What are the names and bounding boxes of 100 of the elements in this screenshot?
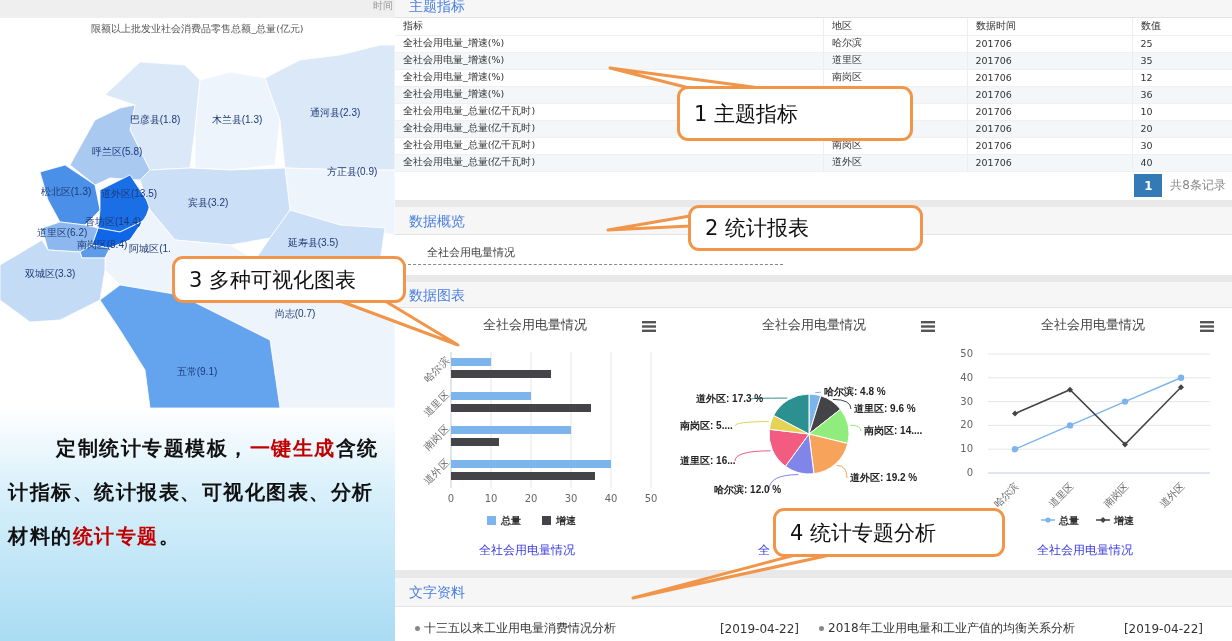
region-label: 五常(9.1): [176, 366, 218, 377]
point: [1012, 410, 1018, 417]
bar: [451, 358, 491, 366]
data-label: 道里区: 9.6 %: [854, 403, 916, 414]
section-header: 数据图表: [395, 282, 1232, 308]
callout: 3 多种可视化图表: [172, 256, 406, 303]
chart-link[interactable]: 全社会用电量情况: [1037, 542, 1133, 559]
document-date: [2019-04-22]: [719, 621, 799, 636]
tick-label: 30: [564, 493, 578, 504]
document-link[interactable]: 十三五以来工业用电量消费情况分析: [424, 620, 616, 637]
region-label: 宾县(3.2): [187, 197, 229, 208]
column-header: 数值: [1132, 18, 1232, 35]
table-cell: 201706: [967, 69, 1132, 86]
data-label: 哈尔滨: 12.0 %: [714, 484, 782, 495]
bullet-icon: [415, 626, 420, 631]
data-label: 道外区: 19.2 %: [850, 472, 918, 483]
column-header: 数据时间: [967, 18, 1132, 35]
axis-label: 道外区: [1157, 480, 1187, 510]
document-date: [2019-04-22]: [1123, 621, 1203, 636]
axis-label: 道外区: [422, 457, 451, 486]
chart-link[interactable]: 全社会用电量情况: [479, 542, 575, 559]
table-cell: 哈尔滨: [823, 35, 967, 52]
region-label: 双城区(3.3): [24, 268, 76, 279]
tick-label: 40: [604, 493, 618, 504]
legend-label[interactable]: 增速: [1114, 515, 1134, 526]
leader-line: [734, 450, 771, 462]
map-title: 限额以上批发业社会消费品零售总额_总量(亿元): [90, 23, 305, 36]
point: [1122, 441, 1128, 448]
region-label: 通河县(2.3): [309, 107, 361, 118]
data-label: 南岗区: 5....: [680, 420, 733, 431]
axis-label: 道里区: [1046, 480, 1076, 510]
column-header: 地区: [823, 18, 967, 35]
chart-link[interactable]: 全: [758, 542, 770, 559]
legend-swatch: [487, 516, 496, 525]
chart-title: 全社会用电量情况: [482, 316, 587, 334]
leader-line: [814, 391, 822, 393]
tick-label: 0: [447, 493, 455, 504]
point: [1178, 384, 1184, 391]
bar: [451, 438, 499, 446]
data-label: 南岗区: 14....: [864, 425, 923, 436]
legend-label[interactable]: 总量: [501, 515, 521, 526]
menu-icon[interactable]: [1200, 321, 1214, 332]
column-header: 指标: [395, 18, 823, 35]
region-label: 方正县(0.9): [326, 166, 378, 177]
region-label: 道里区(6.2): [36, 227, 88, 238]
table-cell: 25: [1132, 35, 1232, 52]
report-link[interactable]: 全社会用电量情况: [427, 246, 515, 259]
axis-label: 哈尔滨: [991, 480, 1021, 510]
tick-label: 30: [960, 395, 973, 407]
tick-label: 50: [644, 493, 658, 504]
point: [1011, 446, 1019, 453]
chart-title: 全社会用电量情况: [761, 316, 866, 334]
axis-label: 南岗区: [422, 423, 451, 452]
section-header: 文字资料: [395, 578, 1232, 607]
table-cell: 12: [1132, 69, 1232, 86]
region-label: 呼兰区(5.8): [91, 146, 143, 157]
table-cell: 201706: [967, 103, 1132, 120]
time-label: 时间: [373, 0, 394, 12]
table-cell: 30: [1132, 137, 1232, 154]
leader-line: [849, 424, 862, 432]
legend-swatch: [542, 516, 551, 525]
region-label: 木兰县(1.3): [211, 114, 263, 125]
menu-icon[interactable]: [921, 321, 935, 332]
record-count: 共8条记录: [1170, 177, 1226, 194]
tick-label: 20: [524, 493, 538, 504]
region-label: 阿城区(1.: [129, 243, 171, 254]
table-cell: 全社会用电量_增速(%): [395, 35, 823, 52]
legend-label[interactable]: 总量: [1059, 515, 1079, 526]
promo-text: 定制统计专题模板，一键生成含统计指标、统计报表、可视化图表、分析材料的统计专题。: [8, 435, 380, 550]
table-cell: 10: [1132, 103, 1232, 120]
legend-symbol: [1095, 517, 1111, 523]
tick-label: 10: [960, 443, 973, 455]
callout: 2 统计报表: [688, 205, 923, 251]
leader-line: [734, 421, 770, 427]
leader-line: [832, 398, 852, 410]
tick-label: 40: [960, 371, 973, 383]
leader-line: [836, 464, 848, 479]
menu-icon[interactable]: [642, 321, 656, 332]
legend-symbol: [1040, 517, 1056, 523]
region-label: 延寿县(3.5): [287, 237, 339, 248]
tick-label: 50: [960, 348, 973, 359]
document-link[interactable]: 2018年工业用电量和工业产值的均衡关系分析: [828, 620, 1075, 637]
point: [1177, 374, 1185, 381]
chart-title: 全社会用电量情况: [1040, 316, 1145, 334]
region-label: 巴彦县(1.8): [129, 114, 181, 125]
bullet-icon: [819, 626, 824, 631]
tick-label: 20: [960, 419, 973, 431]
data-label: 哈尔滨: 4.8 %: [824, 386, 886, 397]
axis-label: 哈尔滨: [422, 355, 451, 384]
tick-label: 10: [484, 493, 498, 504]
legend-label[interactable]: 增速: [556, 515, 576, 526]
region-label: 尚志(0.7): [274, 308, 316, 319]
page-button[interactable]: 1: [1134, 174, 1163, 197]
table-cell: 201706: [967, 137, 1132, 154]
tick-label: 0: [966, 467, 973, 478]
axis-label: 南岗区: [1101, 480, 1131, 510]
callout: 4 统计专题分析: [773, 508, 1005, 557]
point: [1121, 398, 1129, 405]
axis-label: 道里区: [422, 389, 451, 418]
point: [1066, 422, 1074, 429]
